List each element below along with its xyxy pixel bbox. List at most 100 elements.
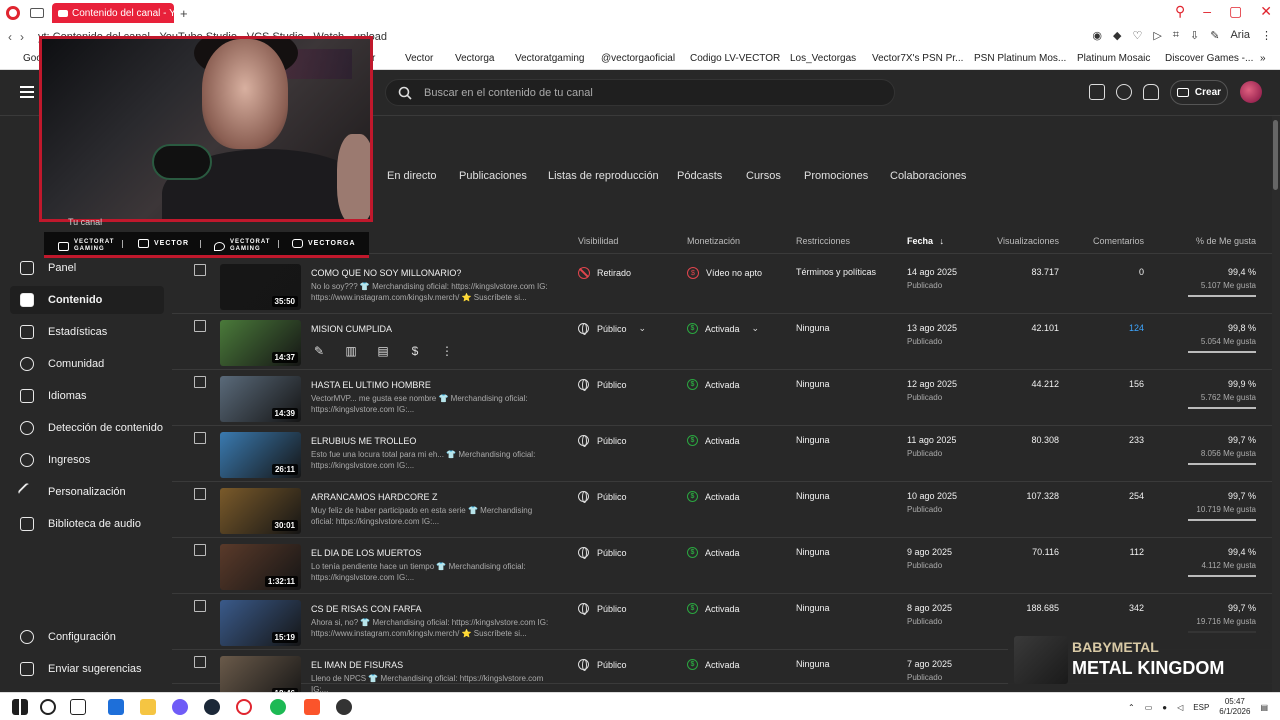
browser-tab-active[interactable]: Contenido del canal - You × (52, 3, 174, 23)
monetization-cell[interactable]: $ Activada ⌄ (687, 323, 759, 334)
column-visibility[interactable]: Visibilidad (578, 236, 618, 246)
bookmark-item[interactable]: Codigo LV-VECTOR (675, 53, 780, 64)
column-likes[interactable]: % de Me gusta (1172, 236, 1256, 246)
row-checkbox[interactable] (194, 432, 206, 444)
minimize-icon[interactable]: – (1203, 3, 1211, 20)
sidebar-item-audio-library[interactable]: Biblioteca de audio (10, 510, 164, 538)
video-title[interactable]: COMO QUE NO SOY MILLONARIO? (311, 268, 461, 278)
comments-cell[interactable]: 124 (1072, 323, 1144, 333)
maximize-icon[interactable]: ▢ (1229, 3, 1242, 20)
close-window-icon[interactable]: ✕ (1260, 3, 1272, 20)
table-row[interactable]: 14:37 MISION CUMPLIDA ✎ ▥ ▤ $ ⋮ Público ⌄ $ Activa… (172, 314, 1272, 370)
column-date[interactable]: Fecha ↓ (907, 236, 944, 246)
video-title[interactable]: ARRANCAMOS HARDCORE Z (311, 492, 438, 502)
more-options-icon[interactable]: ⋮ (439, 344, 455, 358)
store-icon[interactable] (108, 699, 124, 715)
bookmark-item[interactable]: Vector (390, 53, 433, 64)
visibility-cell[interactable]: Público ⌄ (578, 323, 646, 335)
download-icon[interactable]: ⇩ (1190, 29, 1199, 42)
hamburger-menu-icon[interactable] (20, 86, 34, 98)
opera-icon[interactable] (236, 699, 252, 715)
workspaces-icon[interactable] (30, 8, 44, 18)
bookmark-item[interactable]: @vectorgaoficial (586, 53, 675, 64)
brave-icon[interactable] (304, 699, 320, 715)
task-view-icon[interactable] (70, 699, 86, 715)
row-checkbox[interactable] (194, 600, 206, 612)
aria-button[interactable]: Aria (1230, 29, 1250, 42)
analytics-icon[interactable]: ▥ (343, 344, 359, 358)
captions-icon[interactable] (1089, 84, 1105, 100)
tray-chevron-icon[interactable]: ⌃ (1128, 703, 1135, 712)
tab-promotions[interactable]: Promociones (804, 170, 868, 182)
help-icon[interactable] (1116, 84, 1132, 100)
monetization-icon[interactable]: $ (407, 344, 423, 358)
sidebar-item-customization[interactable]: Personalización (10, 478, 164, 506)
video-title[interactable]: EL DIA DE LOS MUERTOS (311, 548, 421, 558)
bookmark-item[interactable]: Vectoratgaming (500, 53, 585, 64)
sidebar-item-settings[interactable]: Configuración (10, 623, 164, 651)
opera-logo-icon[interactable] (6, 6, 20, 20)
sidebar-item-feedback[interactable]: Enviar sugerencias (10, 655, 164, 683)
search-input[interactable]: Buscar en el contenido de tu canal (385, 79, 895, 106)
chevron-down-icon[interactable]: ⌄ (752, 323, 760, 334)
tab-courses[interactable]: Cursos (746, 170, 781, 182)
row-checkbox[interactable] (194, 656, 206, 668)
bookmark-item[interactable]: Discover Games -... (1150, 53, 1253, 64)
row-checkbox[interactable] (194, 320, 206, 332)
volume-icon[interactable]: ◁ (1177, 703, 1183, 712)
column-comments[interactable]: Comentarios (1072, 236, 1144, 246)
video-title[interactable]: EL IMAN DE FISURAS (311, 660, 403, 670)
table-row[interactable]: 1:32:11 EL DIA DE LOS MUERTOS Lo tenía pen… (172, 538, 1272, 594)
discord-icon[interactable] (172, 699, 188, 715)
search-icon[interactable] (40, 699, 56, 715)
bookmark-item[interactable]: Platinum Mosaic (1062, 53, 1150, 64)
network-icon[interactable]: ▭ (1145, 703, 1153, 712)
column-monetization[interactable]: Monetización (687, 236, 740, 246)
bookmark-item[interactable]: PSN Platinum Mos... (959, 53, 1066, 64)
scrollbar-thumb[interactable] (1273, 120, 1278, 190)
video-thumbnail[interactable]: 35:50 (220, 264, 301, 310)
notifications-icon[interactable]: ▤ (1260, 703, 1268, 712)
video-title[interactable]: CS DE RISAS CON FARFA (311, 604, 422, 614)
clock[interactable]: 05:47 6/1/2026 (1219, 697, 1250, 717)
tab-posts[interactable]: Publicaciones (459, 170, 527, 182)
create-button[interactable]: Crear (1170, 80, 1228, 105)
bookmarks-overflow-icon[interactable]: » (1260, 53, 1266, 64)
table-row[interactable]: 14:39 HASTA EL ULTIMO HOMBRE VectorMVP... … (172, 370, 1272, 426)
bookmark-item[interactable]: Vectorga (440, 53, 494, 64)
row-checkbox[interactable] (194, 264, 206, 276)
video-thumbnail[interactable]: 30:01 (220, 488, 301, 534)
search-tabs-icon[interactable]: ⚲ (1175, 3, 1185, 20)
video-thumbnail[interactable]: 26:11 (220, 432, 301, 478)
video-title[interactable]: HASTA EL ULTIMO HOMBRE (311, 380, 431, 390)
pin-icon[interactable]: ✎ (1210, 29, 1219, 42)
sidebar-item-languages[interactable]: Idiomas (10, 382, 164, 410)
mic-icon[interactable]: ● (1162, 703, 1167, 712)
video-thumbnail[interactable]: 1:32:11 (220, 544, 301, 590)
video-title[interactable]: MISION CUMPLIDA (311, 324, 392, 334)
tab-playlists[interactable]: Listas de reproducción (548, 170, 659, 182)
steam-icon[interactable] (204, 699, 220, 715)
table-row[interactable]: 30:01 ARRANCAMOS HARDCORE Z Muy feliz de h… (172, 482, 1272, 538)
menu-icon[interactable]: ⋮ (1261, 29, 1272, 42)
heart-icon[interactable]: ♡ (1132, 29, 1142, 42)
row-checkbox[interactable] (194, 376, 206, 388)
column-views[interactable]: Visualizaciones (972, 236, 1059, 246)
video-title[interactable]: ELRUBIUS ME TROLLEO (311, 436, 416, 446)
obs-icon[interactable] (336, 699, 352, 715)
camera-icon[interactable]: ◉ (1092, 29, 1102, 42)
row-checkbox[interactable] (194, 488, 206, 500)
table-row[interactable]: 26:11 ELRUBIUS ME TROLLEO Esto fue una loc… (172, 426, 1272, 482)
sidebar-item-panel[interactable]: Panel (10, 254, 164, 282)
file-explorer-icon[interactable] (140, 699, 156, 715)
scrollbar[interactable] (1272, 116, 1280, 692)
tab-live[interactable]: En directo (387, 170, 437, 182)
sidebar-item-analytics[interactable]: Estadísticas (10, 318, 164, 346)
tab-collaborations[interactable]: Colaboraciones (890, 170, 966, 182)
row-checkbox[interactable] (194, 544, 206, 556)
forward-icon[interactable]: › (20, 30, 24, 44)
tab-podcasts[interactable]: Pódcasts (677, 170, 722, 182)
column-restrictions[interactable]: Restricciones (796, 236, 850, 246)
language-indicator[interactable]: ESP (1193, 703, 1209, 712)
bookmark-item[interactable]: Vector7X's PSN Pr... (857, 53, 963, 64)
